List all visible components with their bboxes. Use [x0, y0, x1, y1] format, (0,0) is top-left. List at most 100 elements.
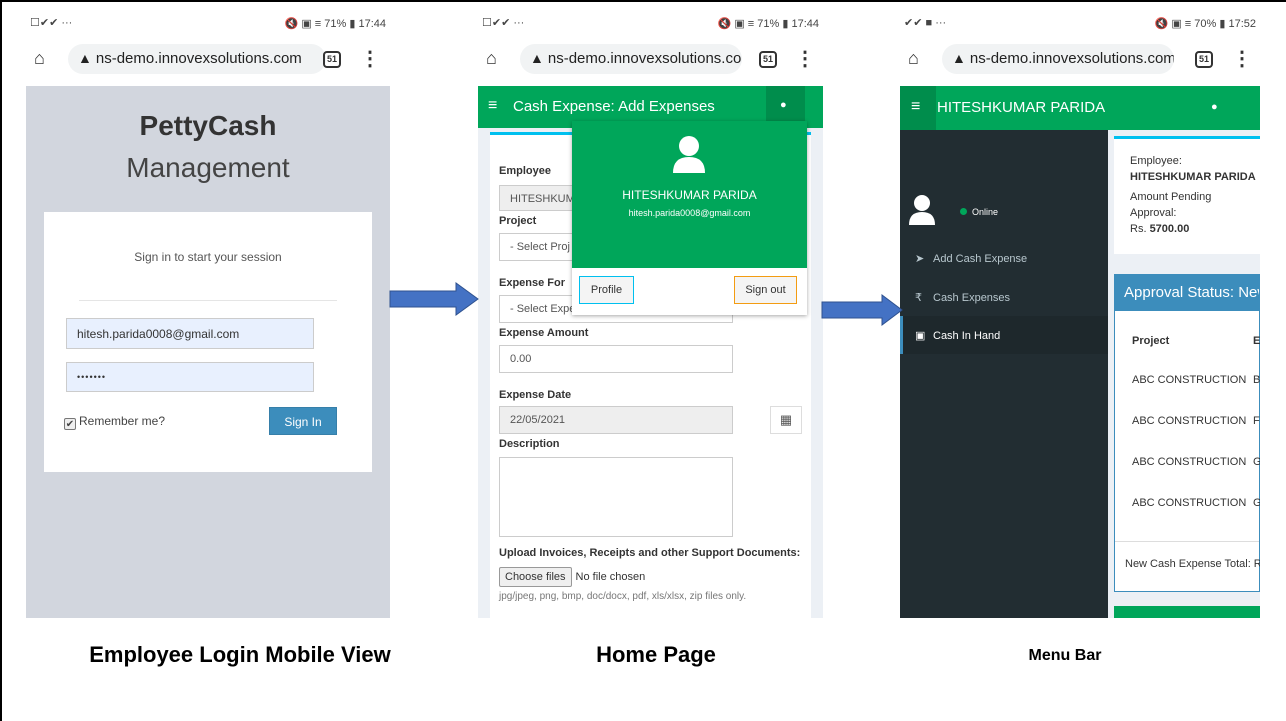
phone-login-screen: ☐✔✔ ··· 🔇 ▣ ≡ 71% ▮ 17:44 ⌂ ▲ ns-demo.inn…: [26, 12, 390, 618]
pending-amount: Rs. 5700.00: [1130, 223, 1189, 235]
online-label: Online: [972, 207, 999, 217]
phone-menu-screen: ✔✔ ■ ··· 🔇 ▣ ≡ 70% ▮ 17:52 ⌂ ▲ ns-demo.in…: [900, 12, 1260, 618]
user-icon: ●: [780, 99, 787, 111]
file-input[interactable]: Choose files No file chosen: [499, 567, 645, 587]
table-cell-project: ABC CONSTRUCTION: [1132, 415, 1247, 427]
home-icon[interactable]: ⌂: [908, 48, 919, 69]
sidebar-item-cash-in-hand[interactable]: ▣ Cash In Hand: [900, 316, 1108, 354]
calendar-icon[interactable]: ▦: [770, 406, 802, 434]
user-name: HITESHKUMAR PARIDA: [622, 188, 757, 202]
right-arrow-icon: [389, 282, 479, 316]
address-field[interactable]: ▲ ns-demo.innovexsolutions.com: [520, 44, 742, 74]
total-text: New Cash Expense Total: R: [1125, 558, 1260, 570]
phone-home-screen: ☐✔✔ ··· 🔇 ▣ ≡ 71% ▮ 17:44 ⌂ ▲ ns-demo.inn…: [478, 12, 823, 618]
remember-me[interactable]: ✔ Remember me?: [64, 414, 165, 430]
sidebar-item-add-cash-expense[interactable]: ➤ Add Cash Expense: [900, 239, 1108, 277]
approval-title: Approval Status: New: [1115, 275, 1259, 311]
address-field[interactable]: ▲ ns-demo.innovexsolutions.com: [68, 44, 326, 74]
user-icon[interactable]: ●: [1211, 101, 1218, 113]
home-icon[interactable]: ⌂: [34, 48, 45, 69]
file-hint: jpg/jpeg, png, bmp, doc/docx, pdf, xls/x…: [499, 591, 747, 602]
status-right: 🔇 ▣ ≡ 71% ▮ 17:44: [284, 18, 386, 30]
more-menu-icon[interactable]: ⋮: [795, 46, 815, 71]
hamburger-icon[interactable]: ≡: [911, 98, 920, 116]
checkbox-icon[interactable]: ✔: [64, 418, 76, 430]
amount-value: 5700.00: [1149, 223, 1190, 235]
green-box-top: [1114, 606, 1260, 618]
password-field[interactable]: •••••••: [66, 362, 314, 392]
table-cell-project: ABC CONSTRUCTION: [1132, 374, 1247, 386]
tabs-icon[interactable]: 51: [323, 51, 341, 68]
user-email: hitesh.parida0008@gmail.com: [628, 208, 751, 218]
employee-name: HITESHKUMAR PARIDA: [1130, 171, 1256, 183]
amount-field[interactable]: 0.00: [499, 345, 733, 373]
table-cell-project: ABC CONSTRUCTION: [1132, 456, 1247, 468]
profile-button[interactable]: Profile: [579, 276, 634, 304]
user-header: HITESHKUMAR PARIDA hitesh.parida0008@gma…: [572, 121, 807, 268]
tabs-icon[interactable]: 51: [1195, 51, 1213, 68]
description-textarea[interactable]: [499, 457, 733, 537]
column-header-project: Project: [1132, 335, 1170, 347]
main-content: Employee: HITESHKUMAR PARIDA Amount Pend…: [1108, 130, 1260, 618]
currency-prefix: Rs.: [1130, 223, 1147, 235]
sidebar-item-cash-expenses[interactable]: ₹ Cash Expenses: [900, 278, 1108, 316]
sidebar-item-label: Cash In Hand: [933, 330, 1001, 342]
divider: [1115, 541, 1259, 542]
status-bar: ☐✔✔ ··· 🔇 ▣ ≡ 71% ▮ 17:44: [26, 12, 390, 34]
caption-home: Home Page: [596, 642, 716, 667]
pending-label-2: Approval:: [1130, 207, 1177, 219]
address-field[interactable]: ▲ ns-demo.innovexsolutions.com: [942, 44, 1174, 74]
page-title: Cash Expense: Add Expenses: [513, 98, 715, 115]
status-right: 🔇 ▣ ≡ 71% ▮ 17:44: [717, 18, 819, 30]
online-status: Online: [960, 207, 998, 217]
brand-title: PettyCash: [139, 110, 277, 141]
warning-icon: ▲: [78, 50, 92, 66]
sign-in-button[interactable]: Sign In: [269, 407, 337, 435]
warning-icon: ▲: [952, 50, 966, 66]
login-message: Sign in to start your session: [134, 250, 282, 264]
email-field[interactable]: hitesh.parida0008@gmail.com: [66, 318, 314, 349]
divider: [79, 300, 337, 301]
right-arrow-icon: [821, 294, 903, 326]
app-header: ≡ HITESHKUMAR PARIDA ●: [900, 86, 1260, 130]
date-label: Expense Date: [499, 389, 572, 401]
status-left: ☐✔✔ ···: [482, 17, 525, 29]
sidebar-item-label: Add Cash Expense: [933, 253, 1028, 265]
browser-url-bar: ⌂ ▲ ns-demo.innovexsolutions.com 51 ⋮: [478, 38, 823, 82]
status-bar: ✔✔ ■ ··· 🔇 ▣ ≡ 70% ▮ 17:52: [900, 12, 1260, 34]
sign-out-button[interactable]: Sign out: [734, 276, 797, 304]
description-label: Description: [499, 438, 560, 450]
tabs-icon[interactable]: 51: [759, 51, 777, 68]
url-text: ns-demo.innovexsolutions.com: [95, 50, 302, 67]
amount-label: Expense Amount: [499, 327, 589, 339]
table-cell-expense: B: [1253, 374, 1260, 386]
column-header-expense: E: [1253, 335, 1260, 347]
more-menu-icon[interactable]: ⋮: [1232, 46, 1252, 71]
hamburger-icon[interactable]: ≡: [488, 97, 497, 115]
choose-files-button[interactable]: Choose files: [499, 567, 572, 587]
browser-url-bar: ⌂ ▲ ns-demo.innovexsolutions.com 51 ⋮: [900, 38, 1260, 82]
expense-for-label: Expense For: [499, 277, 566, 289]
sidebar: Online ➤ Add Cash Expense ₹ Cash Expenses …: [900, 130, 1108, 618]
no-file-text: No file chosen: [575, 571, 646, 583]
employee-label: Employee:: [1130, 155, 1182, 167]
status-right: 🔇 ▣ ≡ 70% ▮ 17:52: [1154, 18, 1256, 30]
paper-plane-icon: ➤: [915, 253, 925, 265]
rupee-icon: ₹: [915, 292, 922, 304]
home-icon[interactable]: ⌂: [486, 48, 497, 69]
date-field[interactable]: 22/05/2021: [499, 406, 733, 434]
user-dropdown: HITESHKUMAR PARIDA hitesh.parida0008@gma…: [572, 121, 807, 315]
remember-label: Remember me?: [79, 414, 166, 428]
employee-info-box: Employee: HITESHKUMAR PARIDA Amount Pend…: [1114, 136, 1260, 254]
table-cell-project: ABC CONSTRUCTION: [1132, 497, 1247, 509]
money-icon: ▣: [915, 330, 926, 342]
more-menu-icon[interactable]: ⋮: [360, 46, 380, 71]
pending-label-1: Amount Pending: [1130, 191, 1212, 203]
table-cell-expense: G: [1253, 497, 1260, 509]
url-text: ns-demo.innovexsolutions.com: [969, 50, 1174, 67]
employee-label: Employee: [499, 165, 551, 177]
user-avatar-icon: [909, 195, 935, 225]
login-box: Sign in to start your session hitesh.par…: [44, 212, 372, 472]
sidebar-item-label: Cash Expenses: [933, 292, 1011, 304]
menu-toggle[interactable]: ≡: [900, 86, 936, 130]
